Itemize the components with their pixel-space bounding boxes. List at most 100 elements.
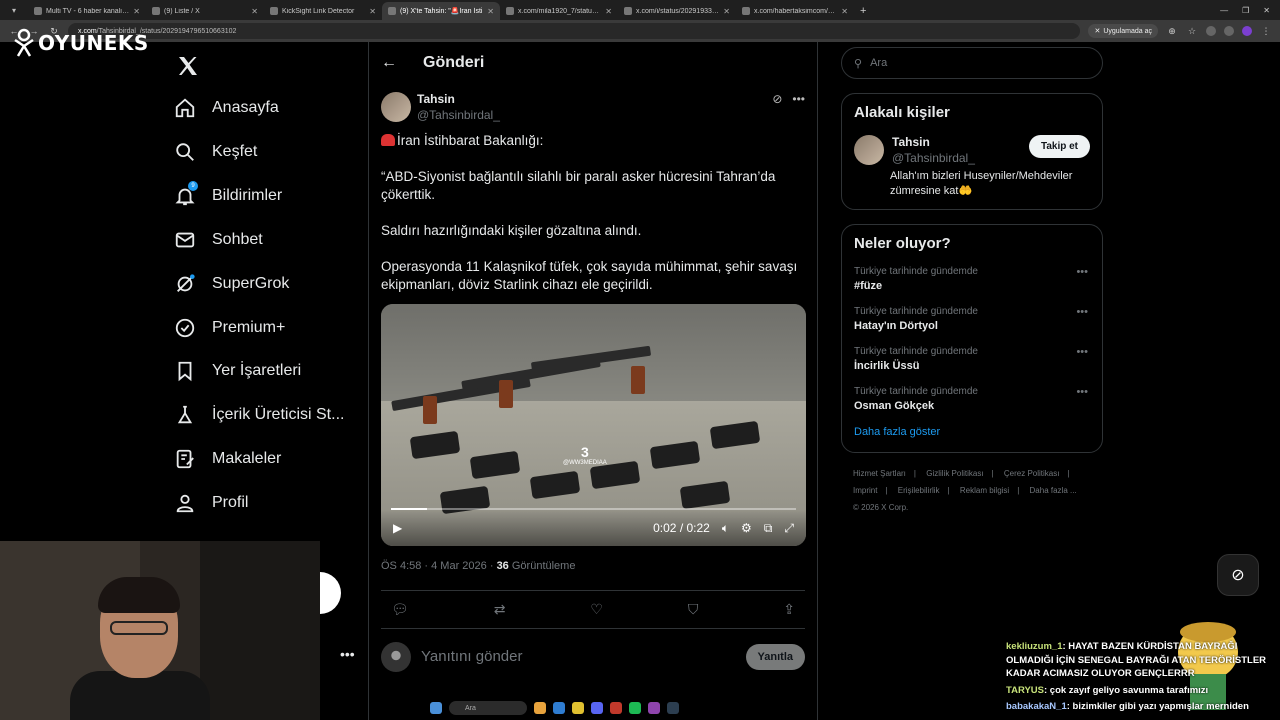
close-icon: ✕ xyxy=(1094,28,1101,35)
taskbar-search[interactable]: Ara xyxy=(449,701,527,715)
main-column: ← Gönderi Tahsin @Tahsinbirdal_ ⊘ ••• İr… xyxy=(368,42,818,720)
tab-close-icon[interactable]: ✕ xyxy=(251,7,258,16)
video-player[interactable]: 3 @WW3MEDIAA ▶ 0:02 / 0:22 🔈︎ ⚙ ⧉ ⤢ xyxy=(381,304,806,546)
more-options-icon[interactable]: ••• xyxy=(340,646,355,662)
app-icon[interactable] xyxy=(610,702,622,714)
reply-button[interactable]: Yanıtla xyxy=(745,643,805,670)
nav-premium[interactable]: Premium+ xyxy=(174,317,285,339)
nav-bookmarks[interactable]: Yer İşaretleri xyxy=(174,360,301,382)
share-icon[interactable]: ⇪ xyxy=(783,601,795,618)
follow-button[interactable]: Takip et xyxy=(1028,135,1090,158)
browser-tab[interactable]: x.com/mila1920_7/status/20291✕ xyxy=(500,2,618,20)
article-icon xyxy=(176,449,194,469)
nav-chat[interactable]: Sohbet xyxy=(174,229,263,251)
more-icon[interactable]: ••• xyxy=(792,92,805,106)
person-icon xyxy=(176,494,194,513)
tab-close-icon[interactable]: ✕ xyxy=(605,7,612,16)
trend-item[interactable]: Türkiye tarihinde gündemde #füze ••• xyxy=(854,266,1090,292)
fullscreen-icon[interactable]: ⤢ xyxy=(784,521,794,536)
browser-tab-active[interactable]: (9) X'te Tahsin: "🚨İran İsti ✕ xyxy=(382,2,500,20)
tab-search-icon[interactable]: ▾ xyxy=(0,0,28,20)
avatar[interactable] xyxy=(381,92,411,122)
more-icon[interactable]: ••• xyxy=(1076,346,1088,358)
search-input[interactable]: ⚲ Ara xyxy=(841,47,1103,79)
footer-link[interactable]: Daha fazla ... xyxy=(1030,486,1077,495)
tab-close-icon[interactable]: ✕ xyxy=(487,7,494,16)
nav-explore[interactable]: Keşfet xyxy=(174,141,257,163)
footer-link[interactable]: Hizmet Şartları xyxy=(853,469,906,478)
file-explorer-icon[interactable] xyxy=(534,702,546,714)
pip-icon[interactable]: ⧉ xyxy=(764,521,773,536)
discord-icon[interactable] xyxy=(591,702,603,714)
footer-link[interactable]: Imprint xyxy=(853,486,877,495)
back-arrow-icon[interactable]: ← xyxy=(381,54,397,72)
new-tab-icon[interactable]: + xyxy=(854,2,872,20)
tab-close-icon[interactable]: ✕ xyxy=(723,7,730,16)
browser-tab[interactable]: Multi TV - 6 haber kanalını aynı ✕ xyxy=(28,2,146,20)
minimize-icon[interactable]: — xyxy=(1220,6,1228,15)
open-in-app-button[interactable]: ✕ Uygulamada aç xyxy=(1088,24,1158,38)
close-window-icon[interactable]: ✕ xyxy=(1263,6,1270,15)
grok-explain-icon[interactable]: ⊘ xyxy=(772,92,782,106)
reply-icon[interactable]: 💬︎ xyxy=(391,601,409,618)
extension-icon[interactable] xyxy=(1224,26,1234,36)
post-actions: 💬︎ ⇄ ♡ ⛉ ⇪ xyxy=(381,591,805,628)
browser-tab[interactable]: KickSight Link Detector ✕ xyxy=(264,2,382,20)
trend-item[interactable]: Türkiye tarihinde gündemde Hatay'ın Dört… xyxy=(854,306,1090,332)
stream-chat: kekliuzum_1: HAYAT BAZEN KÜRDİSTAN BAYRA… xyxy=(1006,640,1280,717)
trend-item[interactable]: Türkiye tarihinde gündemde Osman Gökçek … xyxy=(854,386,1090,412)
nav-creator-studio[interactable]: İçerik Üreticisi St... xyxy=(174,404,344,426)
repost-icon[interactable]: ⇄ xyxy=(494,601,506,618)
nav-profile[interactable]: Profil xyxy=(174,492,248,514)
related-name[interactable]: Tahsin xyxy=(892,135,975,149)
nav-articles[interactable]: Makaleler xyxy=(174,448,281,470)
more-icon[interactable]: ••• xyxy=(1076,386,1088,398)
trend-item[interactable]: Türkiye tarihinde gündemde İncirlik Üssü… xyxy=(854,346,1090,372)
maximize-icon[interactable]: ❐ xyxy=(1242,6,1249,15)
profile-avatar[interactable] xyxy=(1242,26,1252,36)
post-timestamp[interactable]: ÖS 4:58 · 4 Mar 2026 · xyxy=(381,560,497,572)
zoom-icon[interactable]: ⊕ xyxy=(1166,26,1178,37)
nav-notifications[interactable]: 9 Bildirimler xyxy=(174,181,282,207)
avatar[interactable] xyxy=(854,135,884,165)
reply-input[interactable]: Yanıtını gönder xyxy=(421,648,736,665)
browser-icon[interactable] xyxy=(553,702,565,714)
tab-close-icon[interactable]: ✕ xyxy=(841,7,848,16)
footer-link[interactable]: Gizlilik Politikası xyxy=(926,469,983,478)
more-icon[interactable]: ••• xyxy=(1076,306,1088,318)
footer-link[interactable]: Çerez Politikası xyxy=(1004,469,1060,478)
post-para2: Saldırı hazırlığındaki kişiler gözaltına… xyxy=(381,223,642,238)
settings-icon[interactable]: ⚙ xyxy=(741,521,752,535)
windows-start-icon[interactable] xyxy=(430,702,442,714)
extension-icon[interactable] xyxy=(1206,26,1216,36)
folder-icon[interactable] xyxy=(572,702,584,714)
address-bar[interactable]: x.com/Tahsinbirdal_/status/2029194796510… xyxy=(68,23,1081,39)
browser-tab[interactable]: x.com/habertaksimcom/status/✕ xyxy=(736,2,854,20)
spotify-icon[interactable] xyxy=(629,702,641,714)
volume-icon[interactable]: 🔈︎ xyxy=(722,521,729,536)
more-icon[interactable]: ••• xyxy=(1076,266,1088,278)
related-person[interactable]: Tahsin @Tahsinbirdal_ Takip et xyxy=(854,135,1090,165)
browser-tab[interactable]: x.com/i/status/20291933401223✕ xyxy=(618,2,736,20)
tab-close-icon[interactable]: ✕ xyxy=(369,7,376,16)
like-icon[interactable]: ♡ xyxy=(590,601,603,618)
play-icon[interactable]: ▶ xyxy=(393,521,402,535)
app-icon[interactable] xyxy=(667,702,679,714)
footer-link[interactable]: Reklam bilgisi xyxy=(960,486,1009,495)
nav-supergrok[interactable]: SuperGrok xyxy=(174,273,289,295)
author-handle[interactable]: @Tahsinbirdal_ xyxy=(417,108,500,122)
show-more-link[interactable]: Daha fazla göster xyxy=(854,426,1090,438)
nav-home[interactable]: Anasayfa xyxy=(174,97,279,119)
app-icon[interactable] xyxy=(648,702,660,714)
star-icon[interactable]: ☆ xyxy=(1186,26,1198,37)
menu-icon[interactable]: ⋮ xyxy=(1260,26,1272,37)
browser-tab[interactable]: (9) Liste / X ✕ xyxy=(146,2,264,20)
footer-link[interactable]: Erişilebilirlik xyxy=(898,486,940,495)
author-name[interactable]: Tahsin xyxy=(417,92,500,106)
x-logo-icon[interactable] xyxy=(176,54,200,78)
bookmark-icon[interactable]: ⛉ xyxy=(688,601,699,618)
footer-separator: | xyxy=(1067,469,1070,478)
tab-close-icon[interactable]: ✕ xyxy=(133,7,140,16)
grok-floating-button[interactable]: ⊘ xyxy=(1217,554,1259,596)
related-handle[interactable]: @Tahsinbirdal_ xyxy=(892,151,975,165)
